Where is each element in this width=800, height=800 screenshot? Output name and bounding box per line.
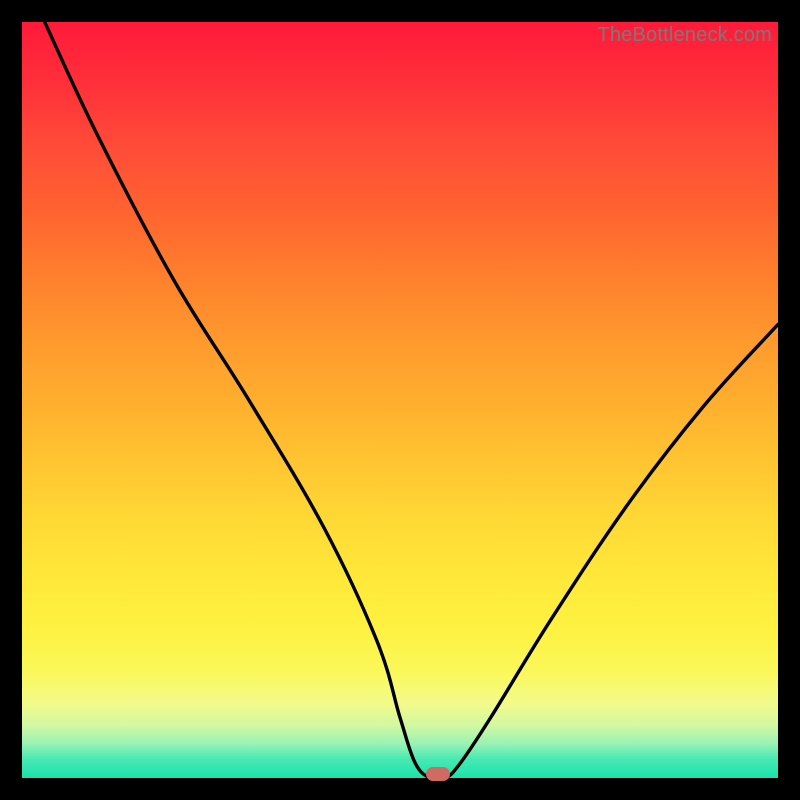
chart-frame: TheBottleneck.com	[0, 0, 800, 800]
optimal-marker	[426, 767, 450, 781]
plot-area: TheBottleneck.com	[22, 22, 778, 778]
curve-svg	[22, 22, 778, 778]
bottleneck-curve	[45, 22, 778, 778]
